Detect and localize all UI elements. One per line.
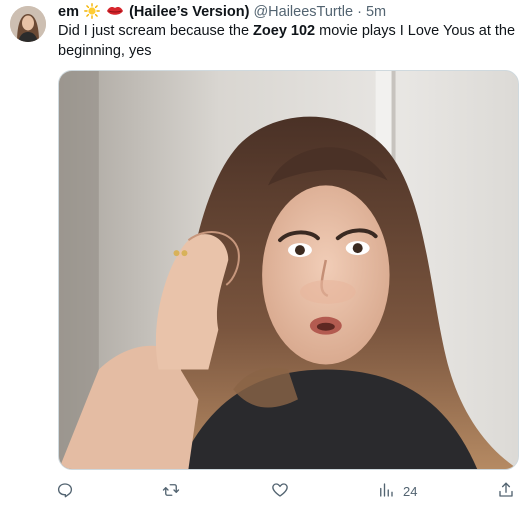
share-icon <box>497 481 515 502</box>
display-name-suffix[interactable]: (Hailee’s Version) <box>129 4 249 20</box>
avatar[interactable] <box>10 6 46 42</box>
retweet-icon <box>162 481 180 502</box>
share-button[interactable] <box>497 476 515 506</box>
views-icon <box>377 481 395 502</box>
lips-emoji <box>106 3 124 24</box>
separator-dot: · <box>357 4 362 20</box>
tweet-text-bold: Zoey 102 <box>253 23 316 39</box>
tweet-text: Did I just scream because the Zoey 102 m… <box>58 22 518 61</box>
tweet-text-part: Did I just scream because the <box>58 23 254 39</box>
like-icon <box>271 481 289 502</box>
display-name[interactable]: em <box>58 4 79 20</box>
retweet-button[interactable] <box>162 476 180 506</box>
like-button[interactable] <box>271 476 289 506</box>
tweet-media-image[interactable] <box>58 70 519 470</box>
tweet[interactable]: em (Hailee’s Version) @HaileesTurtle · 5… <box>0 0 531 511</box>
reply-icon <box>56 481 74 502</box>
tweet-actions: 24 <box>0 476 531 506</box>
views-count: 24 <box>403 483 418 499</box>
timestamp[interactable]: 5m <box>366 4 386 20</box>
tweet-header: em (Hailee’s Version) @HaileesTurtle · 5… <box>58 3 386 24</box>
sun-emoji <box>84 3 100 24</box>
user-handle[interactable]: @HaileesTurtle <box>253 4 353 20</box>
views-button[interactable]: 24 <box>377 476 417 506</box>
reply-button[interactable] <box>56 476 74 506</box>
